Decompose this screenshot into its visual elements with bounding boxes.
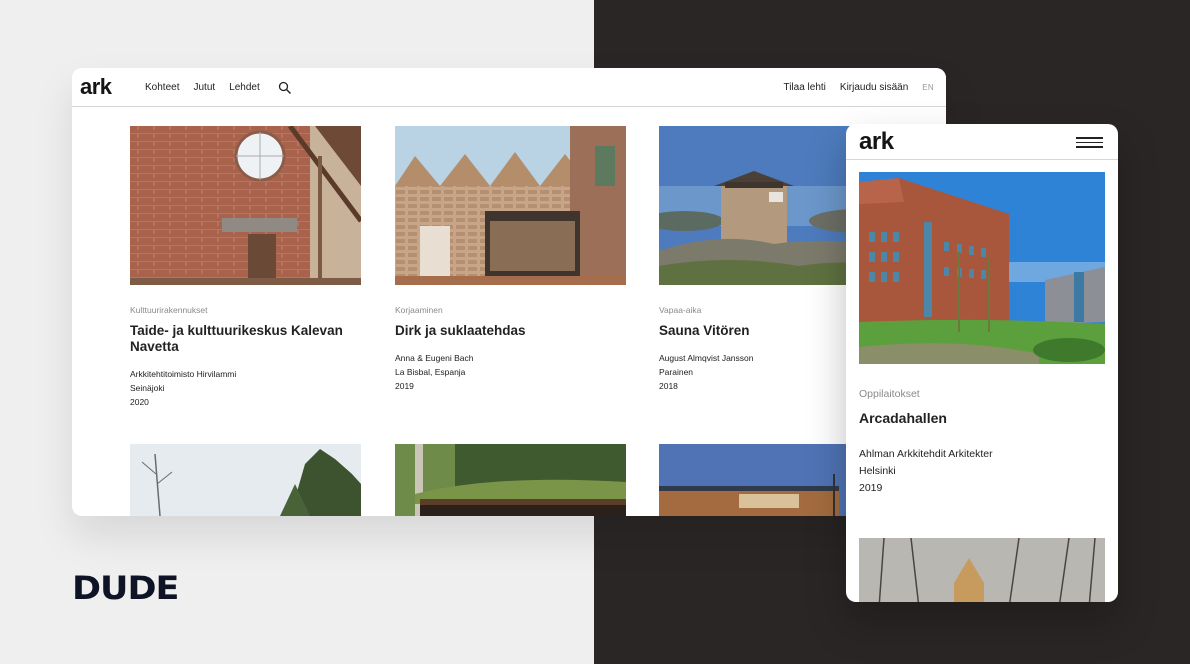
card-image-barn[interactable]	[130, 126, 361, 285]
desktop-browser-window: ark Kohteet Jutut Lehdet Tilaa lehti Kir…	[72, 68, 946, 516]
card-image-winter-woods[interactable]	[859, 538, 1105, 602]
mobile-nav-bar: ark	[846, 124, 1118, 160]
desktop-nav-bar: ark Kohteet Jutut Lehdet Tilaa lehti Kir…	[72, 68, 946, 107]
card-meta: Arkkitehtitoimisto Hirvilammi Seinäjoki …	[130, 367, 361, 409]
card-image-green-roof[interactable]	[395, 444, 626, 516]
card-category: Oppilaitokset	[859, 388, 920, 400]
card-title[interactable]: Arcadahallen	[859, 410, 947, 426]
card-meta: Anna & Eugeni Bach La Bisbal, Espanja 20…	[395, 351, 626, 393]
card-year: 2020	[130, 397, 149, 407]
card-year: 2019	[859, 482, 883, 494]
nav-kohteet[interactable]: Kohteet	[145, 82, 179, 93]
subscribe-link[interactable]: Tilaa lehti	[783, 82, 825, 93]
article-card[interactable]: Korjaaminen Dirk ja suklaatehdas Anna & …	[395, 126, 626, 393]
card-category: Kulttuurirakennukset	[130, 305, 208, 315]
search-icon[interactable]	[278, 81, 292, 95]
main-nav: Kohteet Jutut Lehdet	[145, 82, 260, 93]
card-year: 2019	[395, 381, 414, 391]
card-location: Seinäjoki	[130, 383, 165, 393]
card-title[interactable]: Taide- ja kulttuurikeskus Kalevan Navett…	[130, 323, 361, 355]
card-location: La Bisbal, Espanja	[395, 367, 466, 377]
language-switch[interactable]: EN	[922, 83, 934, 92]
card-image-factory[interactable]	[395, 126, 626, 285]
nav-right: Tilaa lehti Kirjaudu sisään EN	[783, 82, 934, 93]
card-image-forest[interactable]	[130, 444, 361, 516]
mobile-browser-window: ark Oppilaitokset Arcadahallen Ahlman Ar…	[846, 124, 1118, 602]
card-title[interactable]: Dirk ja suklaatehdas	[395, 323, 626, 339]
hamburger-icon[interactable]	[1076, 137, 1103, 148]
card-location: Helsinki	[859, 465, 896, 477]
card-architect: Anna & Eugeni Bach	[395, 353, 474, 363]
card-category: Korjaaminen	[395, 305, 443, 315]
card-architect: Arkkitehtitoimisto Hirvilammi	[130, 369, 237, 379]
card-architect: Ahlman Arkkitehdit Arkitekter	[859, 448, 993, 460]
ark-logo[interactable]: ark	[80, 74, 112, 100]
nav-jutut[interactable]: Jutut	[193, 82, 215, 93]
ark-logo[interactable]: ark	[859, 128, 894, 156]
login-link[interactable]: Kirjaudu sisään	[840, 82, 908, 93]
nav-lehdet[interactable]: Lehdet	[229, 82, 260, 93]
article-card[interactable]: Kulttuurirakennukset Taide- ja kulttuuri…	[130, 126, 361, 409]
dude-logo: DUDE	[72, 570, 179, 608]
card-image-arcadahallen[interactable]	[859, 172, 1105, 364]
card-meta: Ahlman Arkkitehdit Arkitekter Helsinki 2…	[859, 446, 993, 497]
